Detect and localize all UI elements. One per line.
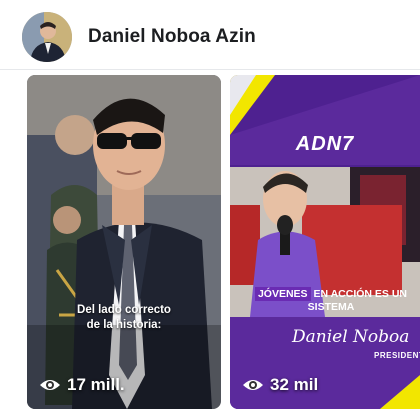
view-count-label: 32 mil [270,375,319,394]
reel-banner: JÓVENES EN ACCIÓN ES UN SISTEMA [252,287,410,314]
avatar[interactable] [22,12,72,62]
view-count-label: 17 mill. [67,375,125,394]
signature-title: PRESIDENTE [374,351,420,360]
page-header: Daniel Noboa Azin [0,0,420,70]
reel-caption: Del lado correcto de la historia: [77,304,171,331]
reel-card[interactable]: ADN7 JÓVENES EN ACCIÓN ES UN SISTEMA Dan… [230,75,420,409]
view-count: 32 mil [242,375,318,395]
signature: Daniel Noboa [292,327,410,347]
reel-thumbnail [27,75,221,409]
banner-text-2: SISTEMA [307,301,355,313]
view-count: 17 mill. [39,375,125,395]
channel-logo: ADN7 [295,133,355,155]
eye-icon [40,380,60,390]
banner-text: EN ACCIÓN ES UN [310,288,408,300]
page-name[interactable]: Daniel Noboa Azin [88,26,256,48]
eye-icon [243,380,263,390]
reel-card[interactable]: Del lado correcto de la historia: 17 mil… [27,75,221,409]
banner-highlight: JÓVENES [254,287,311,301]
